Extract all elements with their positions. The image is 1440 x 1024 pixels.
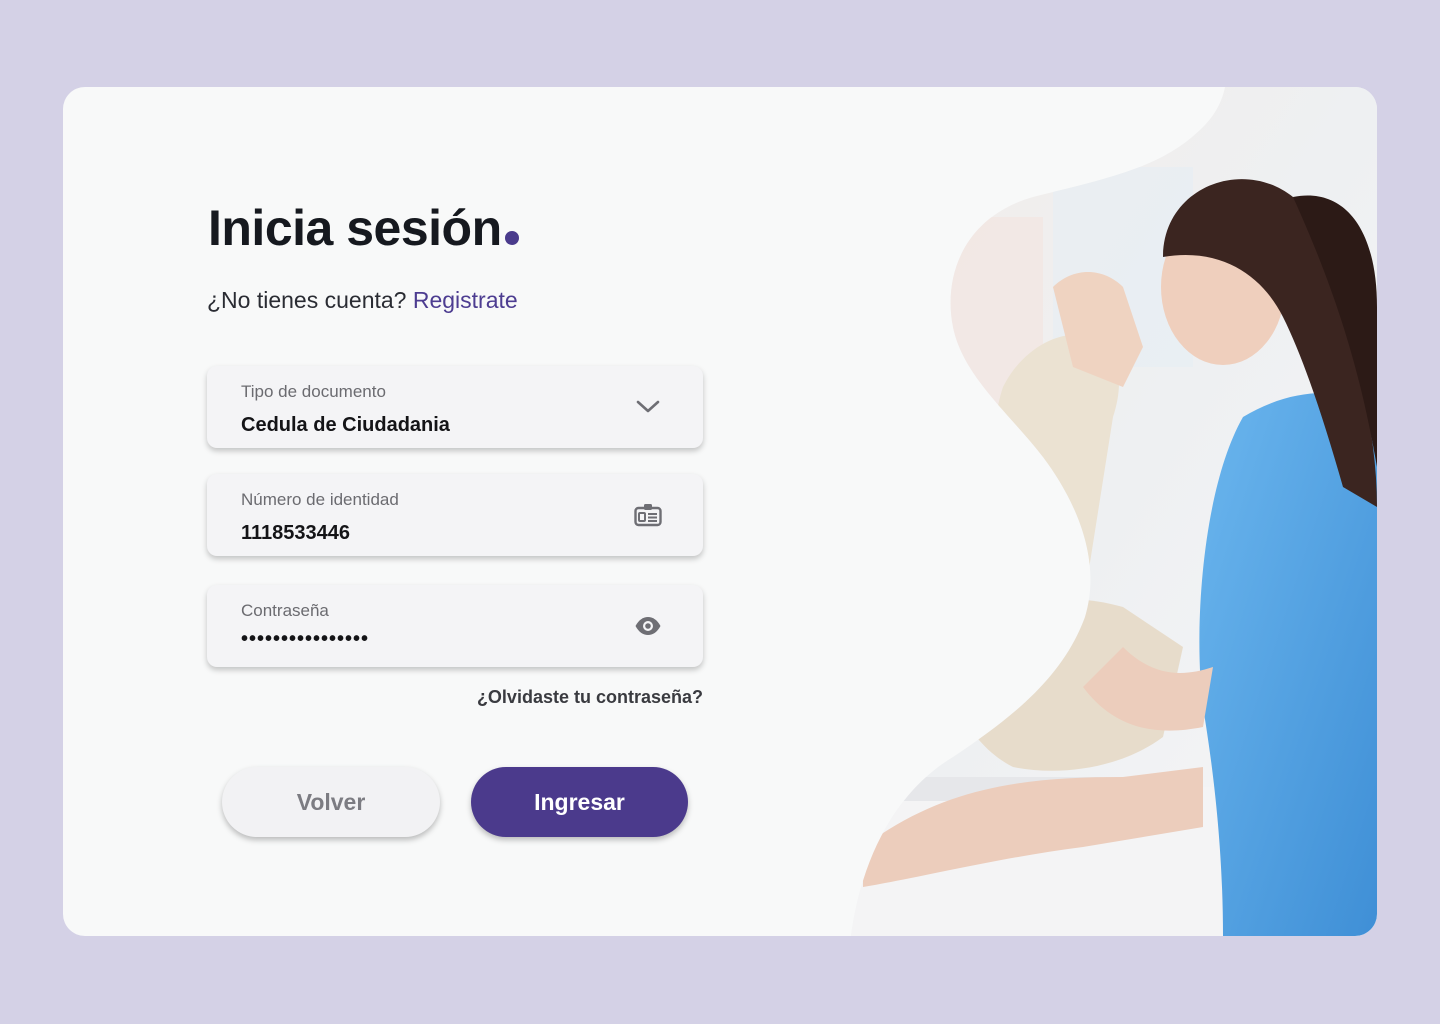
document-type-value: Cedula de Ciudadania [241, 414, 450, 436]
id-number-field[interactable]: Número de identidad 1118533446 [207, 474, 703, 556]
login-button[interactable]: Ingresar [471, 767, 688, 837]
register-link[interactable]: Registrate [413, 287, 518, 313]
document-type-select[interactable]: Tipo de documento Cedula de Ciudadania [207, 366, 703, 448]
register-prompt: ¿No tienes cuenta? Registrate [207, 287, 518, 314]
id-card-icon [633, 502, 663, 528]
physiotherapy-photo [851, 87, 1377, 936]
forgot-password-link[interactable]: ¿Olvidaste tu contraseña? [467, 687, 703, 708]
title-dot [504, 231, 519, 245]
id-number-label: Número de identidad [241, 490, 399, 509]
document-type-label: Tipo de documento [241, 382, 386, 401]
password-value: •••••••••••••••• [241, 628, 370, 650]
page-title-text: Inicia sesión [208, 200, 502, 256]
id-number-value: 1118533446 [241, 522, 351, 544]
password-field[interactable]: Contraseña •••••••••••••••• [207, 585, 703, 667]
eye-icon[interactable] [633, 613, 663, 639]
page-title: Inicia sesión [208, 199, 519, 257]
login-card: Inicia sesión ¿No tienes cuenta? Registr… [63, 87, 1377, 936]
password-label: Contraseña [241, 601, 329, 620]
back-button[interactable]: Volver [222, 767, 440, 837]
no-account-text: ¿No tienes cuenta? [207, 287, 407, 313]
chevron-down-icon[interactable] [633, 394, 663, 420]
